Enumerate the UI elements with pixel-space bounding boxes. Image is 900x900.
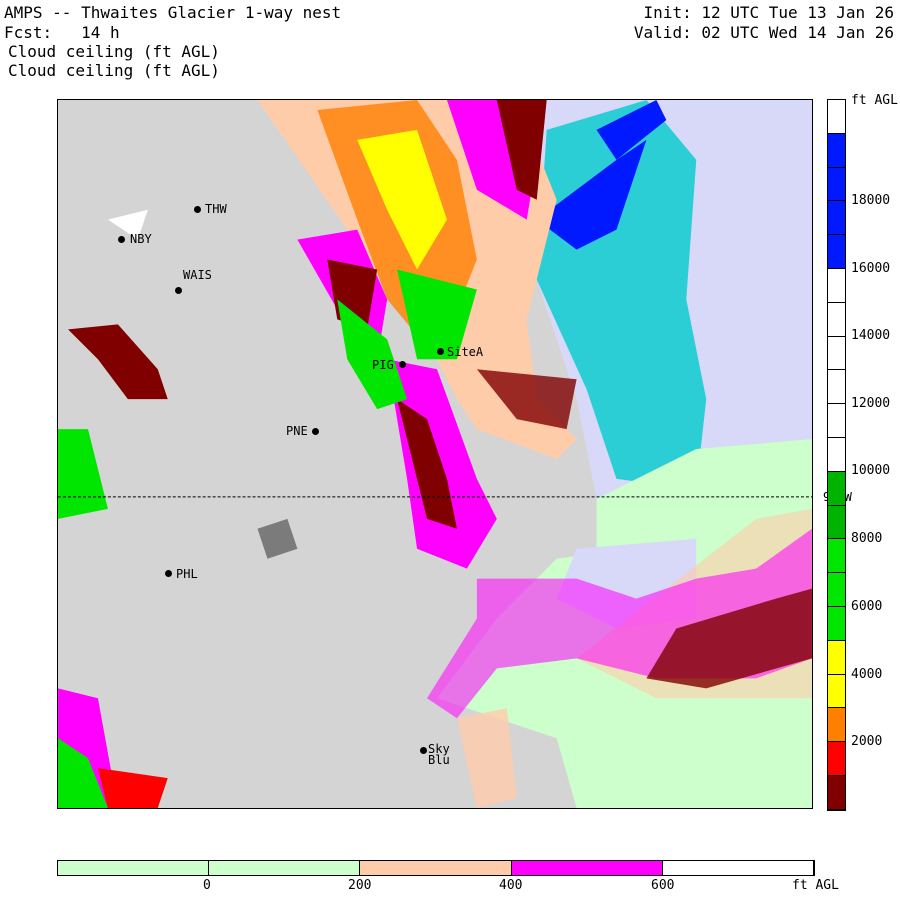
bottom-bar-label: 600 <box>651 878 675 893</box>
colorbar-label: 4000 <box>851 667 883 682</box>
bottom-bar-segment <box>662 861 815 875</box>
bottom-bar-label: 400 <box>499 878 523 893</box>
station-marker <box>175 287 182 294</box>
colorbar-segment <box>828 505 845 540</box>
station-marker <box>118 236 125 243</box>
station-marker <box>312 428 319 435</box>
bottom-bar-segment <box>58 861 210 875</box>
init-time: Init: 12 UTC Tue 13 Jan 26 <box>643 3 894 22</box>
station-marker <box>165 570 172 577</box>
station-label: SiteA <box>447 345 484 359</box>
station-label: WAIS <box>183 268 212 282</box>
colorbar-label: 2000 <box>851 734 883 749</box>
colorbar-segment <box>828 471 845 506</box>
station-label: THW <box>205 202 227 216</box>
colorbar-segment <box>828 133 845 168</box>
colorbar-segment <box>828 437 845 472</box>
valid-time: Valid: 02 UTC Wed 14 Jan 26 <box>633 23 894 42</box>
colorbar-segment <box>828 302 845 337</box>
colorbar-segment <box>828 775 845 810</box>
station-label: PNE <box>286 424 308 438</box>
colorbar <box>827 99 846 811</box>
colorbar-label: 14000 <box>851 328 891 343</box>
colorbar-segment <box>828 268 845 303</box>
bottom-bar-segment <box>209 861 361 875</box>
station-label: PIG <box>372 358 394 372</box>
bottom-bar-unit: ft AGL <box>792 878 839 893</box>
cloud-ceiling-map <box>57 99 813 809</box>
colorbar-segment <box>828 674 845 709</box>
plot-title: AMPS -- Thwaites Glacier 1-way nest <box>4 3 342 22</box>
bottom-bar-segment <box>511 861 663 875</box>
colorbar-unit: ft AGL <box>851 93 898 108</box>
colorbar-segment <box>828 539 845 574</box>
colorbar-segment <box>828 100 845 134</box>
station-label: NBY <box>130 232 152 246</box>
colorbar-segment <box>828 640 845 675</box>
station-marker <box>420 747 427 754</box>
colorbar-segment <box>828 404 845 438</box>
bottom-bar-label: 0 <box>203 878 211 893</box>
colorbar-segment <box>828 167 845 202</box>
station-marker <box>399 361 406 368</box>
colorbar-segment <box>828 606 845 641</box>
station-marker <box>437 348 444 355</box>
colorbar-label: 8000 <box>851 531 883 546</box>
colorbar-segment <box>828 336 845 371</box>
station-marker <box>194 206 201 213</box>
colorbar-segment <box>828 573 845 607</box>
bottom-colorbar <box>57 860 815 876</box>
colorbar-segment <box>828 370 845 405</box>
colorbar-segment <box>828 235 845 269</box>
station-label: PHL <box>176 567 198 581</box>
colorbar-label: 16000 <box>851 261 891 276</box>
colorbar-label: 6000 <box>851 599 883 614</box>
forecast-hour: Fcst: 14 h <box>4 23 120 42</box>
field-label: Cloud ceiling (ft AGL) <box>8 42 220 61</box>
colorbar-segment <box>828 708 845 743</box>
colorbar-label: 10000 <box>851 463 891 478</box>
bottom-bar-label: 200 <box>348 878 372 893</box>
colorbar-segment <box>828 742 845 776</box>
colorbar-label: 12000 <box>851 396 891 411</box>
colorbar-segment <box>828 201 845 236</box>
field-label-2: Cloud ceiling (ft AGL) <box>8 61 220 80</box>
colorbar-label: 18000 <box>851 193 891 208</box>
station-label: Sky Blu <box>428 742 450 767</box>
bottom-bar-segment <box>360 861 512 875</box>
